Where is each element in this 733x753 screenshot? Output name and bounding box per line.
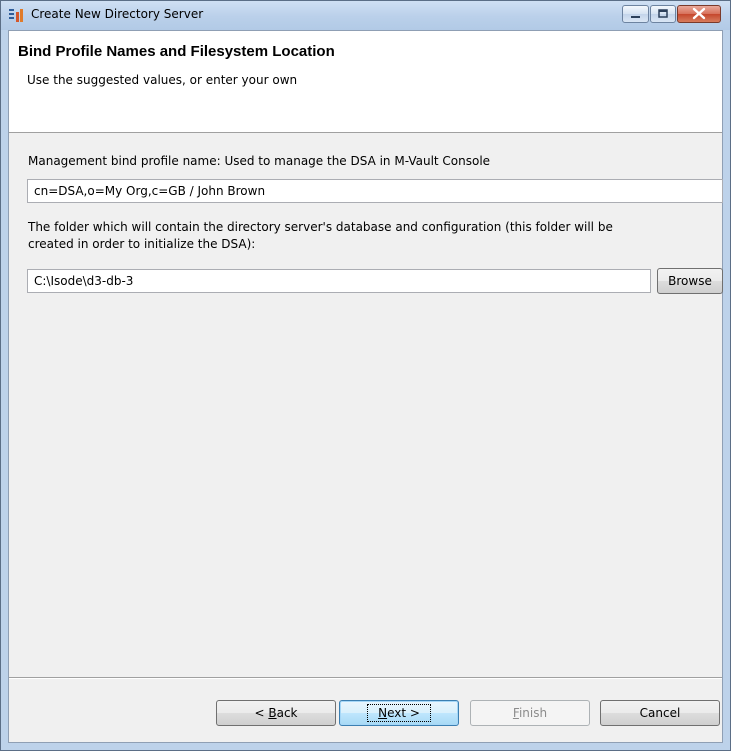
bind-profile-label: Management bind profile name: Used to ma… bbox=[28, 154, 491, 168]
next-mnemonic: N bbox=[378, 706, 388, 720]
folder-label-line2: created in order to initialize the DSA): bbox=[28, 237, 256, 251]
folder-path-input[interactable]: C:\Isode\d3-db-3 bbox=[27, 269, 651, 293]
maximize-button[interactable] bbox=[650, 5, 676, 23]
app-icon bbox=[9, 9, 23, 22]
back-mnemonic: B bbox=[268, 706, 277, 720]
minimize-button[interactable] bbox=[622, 5, 649, 23]
next-button[interactable]: Next > bbox=[339, 700, 459, 726]
next-focus-ring: Next > bbox=[367, 704, 431, 722]
finish-label-rest: inish bbox=[518, 706, 548, 720]
finish-button[interactable]: Finish bbox=[470, 700, 590, 726]
window-title: Create New Directory Server bbox=[31, 7, 204, 21]
close-button[interactable] bbox=[677, 5, 721, 23]
folder-label-line1: The folder which will contain the direct… bbox=[28, 220, 613, 234]
footer-separator bbox=[9, 677, 722, 679]
page-title: Bind Profile Names and Filesystem Locati… bbox=[18, 43, 335, 60]
maximize-icon bbox=[658, 9, 668, 18]
title-bar[interactable]: Create New Directory Server bbox=[1, 1, 730, 30]
wizard-header: Bind Profile Names and Filesystem Locati… bbox=[9, 31, 722, 133]
close-icon bbox=[692, 7, 706, 20]
back-label-rest: ack bbox=[276, 706, 298, 720]
browse-button[interactable]: Browse bbox=[657, 268, 723, 294]
minimize-icon bbox=[631, 16, 640, 18]
dialog-content: Bind Profile Names and Filesystem Locati… bbox=[8, 30, 723, 743]
next-label-rest: ext > bbox=[387, 706, 420, 720]
cancel-button[interactable]: Cancel bbox=[600, 700, 720, 726]
page-subtitle: Use the suggested values, or enter your … bbox=[27, 73, 298, 87]
back-button[interactable]: < Back bbox=[216, 700, 336, 726]
back-prefix: < bbox=[254, 706, 269, 720]
bind-profile-input[interactable]: cn=DSA,o=My Org,c=GB / John Brown bbox=[27, 179, 723, 203]
dialog-window: Create New Directory Server Bind Profile… bbox=[0, 0, 731, 751]
